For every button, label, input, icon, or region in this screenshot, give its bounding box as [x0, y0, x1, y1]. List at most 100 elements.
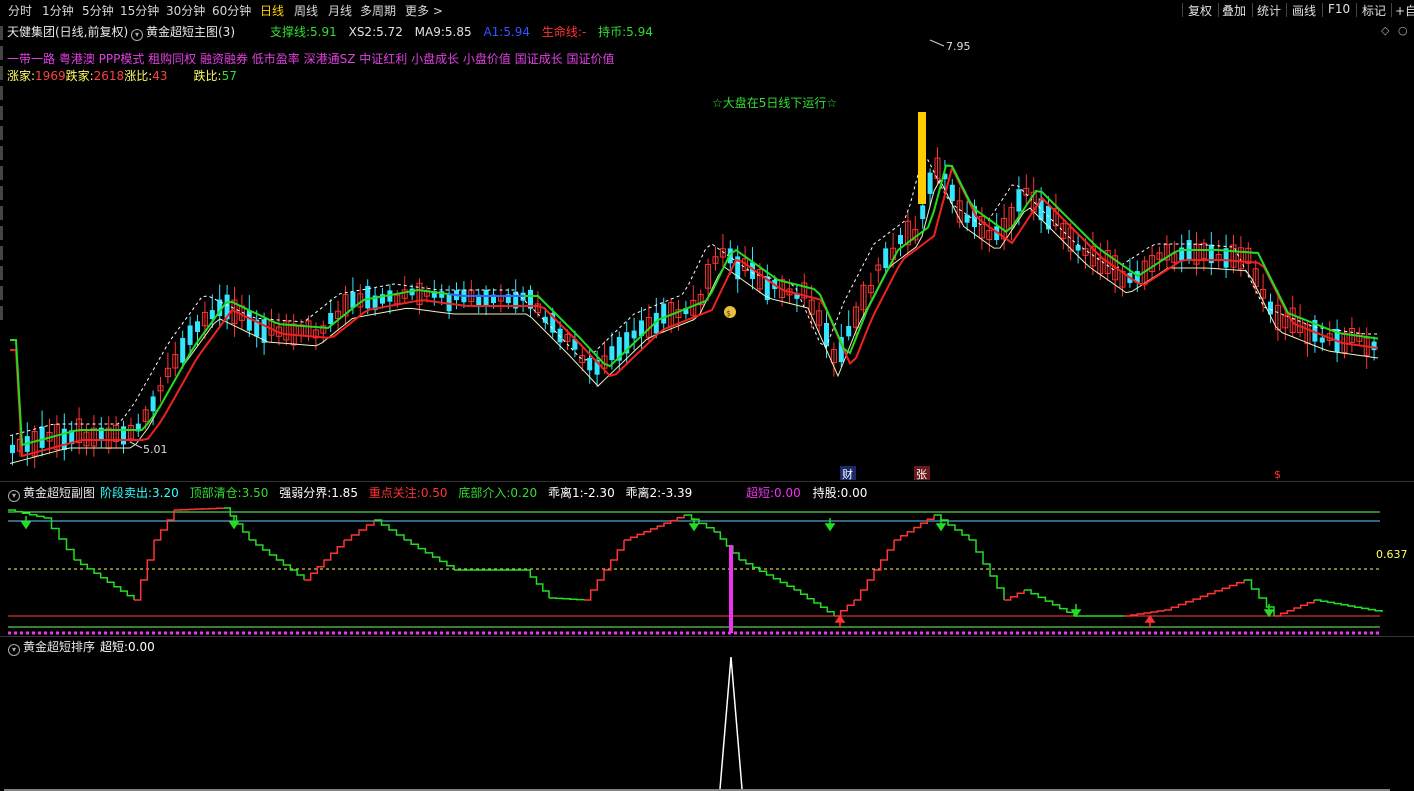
step-line-segment [44, 517, 75, 560]
period-daily[interactable]: 日线 [260, 2, 284, 19]
sub1-legend-2: 超短:0.00 持股:0.00 [746, 486, 868, 500]
step-line-segment [524, 569, 550, 598]
step-line-segment [304, 540, 345, 581]
step-line-segment [894, 515, 935, 541]
candle-body [1075, 245, 1081, 251]
f10-button[interactable]: F10 [1328, 2, 1350, 16]
step-line-segment [739, 559, 795, 590]
step-line-segment [74, 559, 135, 600]
sell-arrow-icon [20, 516, 32, 530]
draw-line-button[interactable]: 画线 [1292, 2, 1316, 19]
candle-body [898, 234, 903, 245]
candle-body [328, 312, 334, 324]
period-1min[interactable]: 1分钟 [42, 2, 74, 19]
candle-body [187, 325, 193, 345]
candle-body [587, 357, 593, 371]
period-weekly[interactable]: 周线 [294, 2, 318, 19]
candle-body [39, 426, 45, 448]
step-line-segment [854, 540, 895, 601]
overlay-button[interactable]: 叠加 [1222, 2, 1246, 19]
sell-arrow-icon [1070, 604, 1082, 618]
candle-body [1371, 341, 1377, 351]
candle-body [920, 205, 926, 220]
candle-body [927, 172, 933, 194]
candle-body [609, 346, 615, 361]
candle-body [483, 289, 489, 305]
candle-body [195, 321, 200, 333]
step-line-segment [374, 519, 405, 540]
period-15min[interactable]: 15分钟 [120, 2, 159, 19]
sub1-step-chart[interactable] [4, 500, 1390, 636]
step-line-segment [1164, 580, 1245, 611]
period-toolbar: 分时 1分钟 5分钟 15分钟 30分钟 60分钟 日线 周线 月线 多周期 更… [0, 0, 1414, 20]
period-more[interactable]: 更多 > [405, 2, 443, 19]
candle-body [246, 310, 252, 331]
sell-arrow-icon [824, 518, 836, 532]
step-line-segment [624, 515, 685, 541]
finance-marker: 财 [842, 467, 853, 481]
divider [1218, 3, 1219, 17]
restore-rights-button[interactable]: 复权 [1188, 2, 1212, 19]
candle-body [661, 303, 667, 324]
step-line-segment [584, 540, 625, 601]
candle-body [964, 214, 970, 223]
buy-arrow-icon [834, 614, 846, 628]
main-candlestick-chart[interactable]: 7.95 5.01 $ 财 张 $ [4, 32, 1390, 482]
ranking-spike [719, 656, 743, 790]
svg-text:$: $ [726, 309, 731, 318]
candle-body [10, 444, 15, 454]
candle-body [949, 184, 955, 202]
divider [1322, 3, 1323, 17]
low-price-label: 5.01 [143, 443, 168, 456]
divider [1252, 3, 1253, 17]
candle-body [365, 285, 371, 309]
candle-body [61, 428, 67, 450]
period-60min[interactable]: 60分钟 [212, 2, 251, 19]
mark-button[interactable]: 标记 [1362, 2, 1386, 19]
step-line-segment [1314, 599, 1383, 612]
candle-body [846, 325, 852, 337]
candle-body [557, 328, 563, 343]
candle-body [150, 396, 156, 412]
candle-body [1319, 337, 1325, 343]
period-fenshi[interactable]: 分时 [8, 2, 32, 19]
candle-body [883, 248, 889, 268]
dollar-marker: $ [1274, 468, 1281, 481]
step-line-segment [714, 531, 740, 560]
buy-arrow-icon [1144, 614, 1156, 628]
period-monthly[interactable]: 月线 [328, 2, 352, 19]
statistics-button[interactable]: 统计 [1257, 2, 1281, 19]
step-line-segment [794, 589, 835, 616]
divider [1391, 3, 1392, 17]
step-line-segment [549, 597, 585, 601]
period-multi[interactable]: 多周期 [360, 2, 396, 19]
candle-body [631, 330, 637, 339]
sub2-ranking-chart[interactable] [4, 639, 1390, 791]
divider [1286, 3, 1287, 17]
step-line-segment [404, 539, 455, 570]
candle-body [1016, 189, 1022, 212]
signal-bar [918, 112, 926, 204]
candle-body [180, 337, 186, 363]
step-line-segment [154, 510, 175, 541]
step-line-segment [134, 540, 155, 601]
period-5min[interactable]: 5分钟 [82, 2, 114, 19]
step-line-segment [1124, 610, 1165, 617]
high-price-label: 7.95 [946, 40, 971, 53]
spike-bar [729, 545, 733, 633]
step-line-segment [174, 507, 225, 511]
divider [1356, 3, 1357, 17]
custom-button[interactable]: +自 [1395, 2, 1414, 19]
period-30min[interactable]: 30分钟 [166, 2, 205, 19]
candle-body [824, 322, 829, 347]
pane-close-icon[interactable]: ○ [1398, 24, 1408, 37]
step-line-segment [1004, 590, 1025, 601]
rise-marker: 张 [916, 468, 927, 481]
divider [1182, 3, 1183, 17]
step-line-segment [1024, 589, 1075, 616]
step-line-segment [1274, 600, 1315, 617]
step-line-segment [969, 539, 1005, 600]
step-line-segment [344, 520, 375, 541]
sub1-legend: 阶段卖出:3.20 顶部清仓:3.50 强弱分界:1.85 重点关注:0.50 … [100, 486, 693, 500]
step-line-segment [249, 539, 305, 580]
